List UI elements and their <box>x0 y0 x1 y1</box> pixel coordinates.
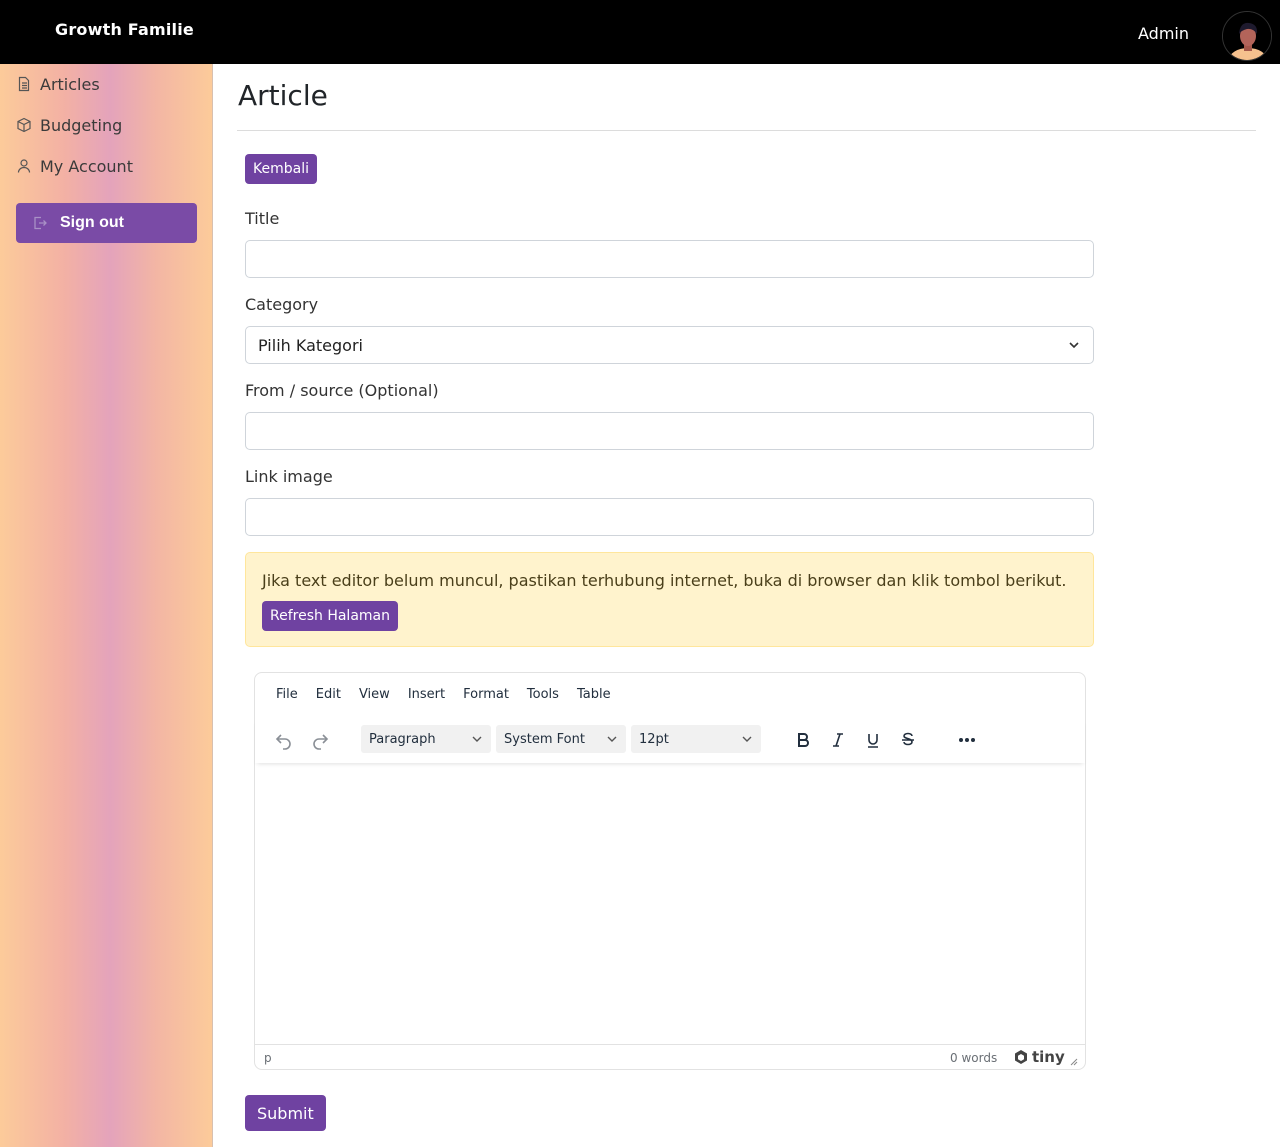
alert-text: Jika text editor belum muncul, pastikan … <box>262 571 1067 590</box>
block-format-select[interactable]: Paragraph <box>361 725 491 753</box>
sidebar-item-label: Articles <box>40 74 100 94</box>
rich-text-editor: File Edit View Insert Format Tools Table… <box>254 672 1086 1070</box>
chevron-down-icon <box>1069 342 1079 349</box>
page-title: Article <box>238 79 328 112</box>
menu-insert[interactable]: Insert <box>399 687 454 702</box>
back-button[interactable]: Kembali <box>245 154 317 184</box>
sign-out-label: Sign out <box>60 214 124 231</box>
editor-menubar: File Edit View Insert Format Tools Table <box>267 687 620 702</box>
editor-warning-alert: Jika text editor belum muncul, pastikan … <box>245 552 1094 647</box>
title-label: Title <box>245 209 280 228</box>
divider <box>237 130 1256 131</box>
more-options-icon[interactable] <box>954 727 980 753</box>
editor-toolbar: Paragraph System Font 12pt <box>255 719 1085 763</box>
menu-file[interactable]: File <box>267 687 307 702</box>
sidebar-item-label: My Account <box>40 156 133 176</box>
editor-statusbar: p 0 words tiny <box>255 1044 1085 1069</box>
strikethrough-icon[interactable] <box>895 727 921 753</box>
top-navbar: Growth Familie Admin <box>0 0 1280 64</box>
refresh-page-button[interactable]: Refresh Halaman <box>262 601 398 631</box>
image-link-label: Link image <box>245 467 333 486</box>
sign-out-button[interactable]: Sign out <box>16 203 197 243</box>
avatar[interactable] <box>1222 11 1272 61</box>
menu-table[interactable]: Table <box>568 687 620 702</box>
title-input[interactable] <box>245 240 1094 278</box>
editor-content-area[interactable] <box>255 765 1085 1043</box>
underline-icon[interactable] <box>860 727 886 753</box>
bold-icon[interactable] <box>790 727 816 753</box>
tiny-logo-icon <box>1015 1050 1027 1064</box>
menu-edit[interactable]: Edit <box>307 687 350 702</box>
document-icon <box>18 76 30 92</box>
box-icon <box>17 117 31 133</box>
sidebar-item-budgeting[interactable]: Budgeting <box>16 113 122 137</box>
menu-view[interactable]: View <box>350 687 399 702</box>
italic-icon[interactable] <box>825 727 851 753</box>
font-family-select[interactable]: System Font <box>496 725 626 753</box>
avatar-illustration-icon <box>1223 12 1271 60</box>
category-selected-value: Pilih Kategori <box>258 335 363 355</box>
font-family-value: System Font <box>504 731 585 747</box>
source-label: From / source (Optional) <box>245 381 439 400</box>
redo-icon[interactable] <box>307 727 333 753</box>
main-content: Article Kembali Title Category Pilih Kat… <box>213 64 1280 1147</box>
chevron-down-icon <box>742 736 752 742</box>
tiny-brand-text: tiny <box>1032 1048 1065 1066</box>
image-link-input[interactable] <box>245 498 1094 536</box>
menu-tools[interactable]: Tools <box>518 687 568 702</box>
undo-icon[interactable] <box>271 727 297 753</box>
sidebar-item-label: Budgeting <box>40 115 123 135</box>
menu-format[interactable]: Format <box>454 687 518 702</box>
submit-button[interactable]: Submit <box>245 1095 326 1131</box>
source-input[interactable] <box>245 412 1094 450</box>
category-label: Category <box>245 295 319 314</box>
sign-out-icon <box>34 216 47 230</box>
user-name[interactable]: Admin <box>1138 24 1189 43</box>
font-size-select[interactable]: 12pt <box>631 725 761 753</box>
font-size-value: 12pt <box>639 731 669 747</box>
user-icon <box>17 159 31 173</box>
sidebar: Articles Budgeting My Account Sign out <box>0 64 213 1147</box>
category-select[interactable]: Pilih Kategori <box>245 326 1094 364</box>
tiny-logo[interactable]: tiny <box>1013 1048 1065 1066</box>
block-format-value: Paragraph <box>369 731 436 747</box>
brand-logo-text[interactable]: Growth Familie <box>55 20 194 39</box>
word-count[interactable]: 0 words <box>950 1051 997 1065</box>
sidebar-item-articles[interactable]: Articles <box>16 72 100 96</box>
resize-handle-icon[interactable] <box>1070 1055 1078 1069</box>
chevron-down-icon <box>607 736 617 742</box>
element-path[interactable]: p <box>264 1051 272 1065</box>
chevron-down-icon <box>472 736 482 742</box>
sidebar-item-my-account[interactable]: My Account <box>16 154 133 178</box>
